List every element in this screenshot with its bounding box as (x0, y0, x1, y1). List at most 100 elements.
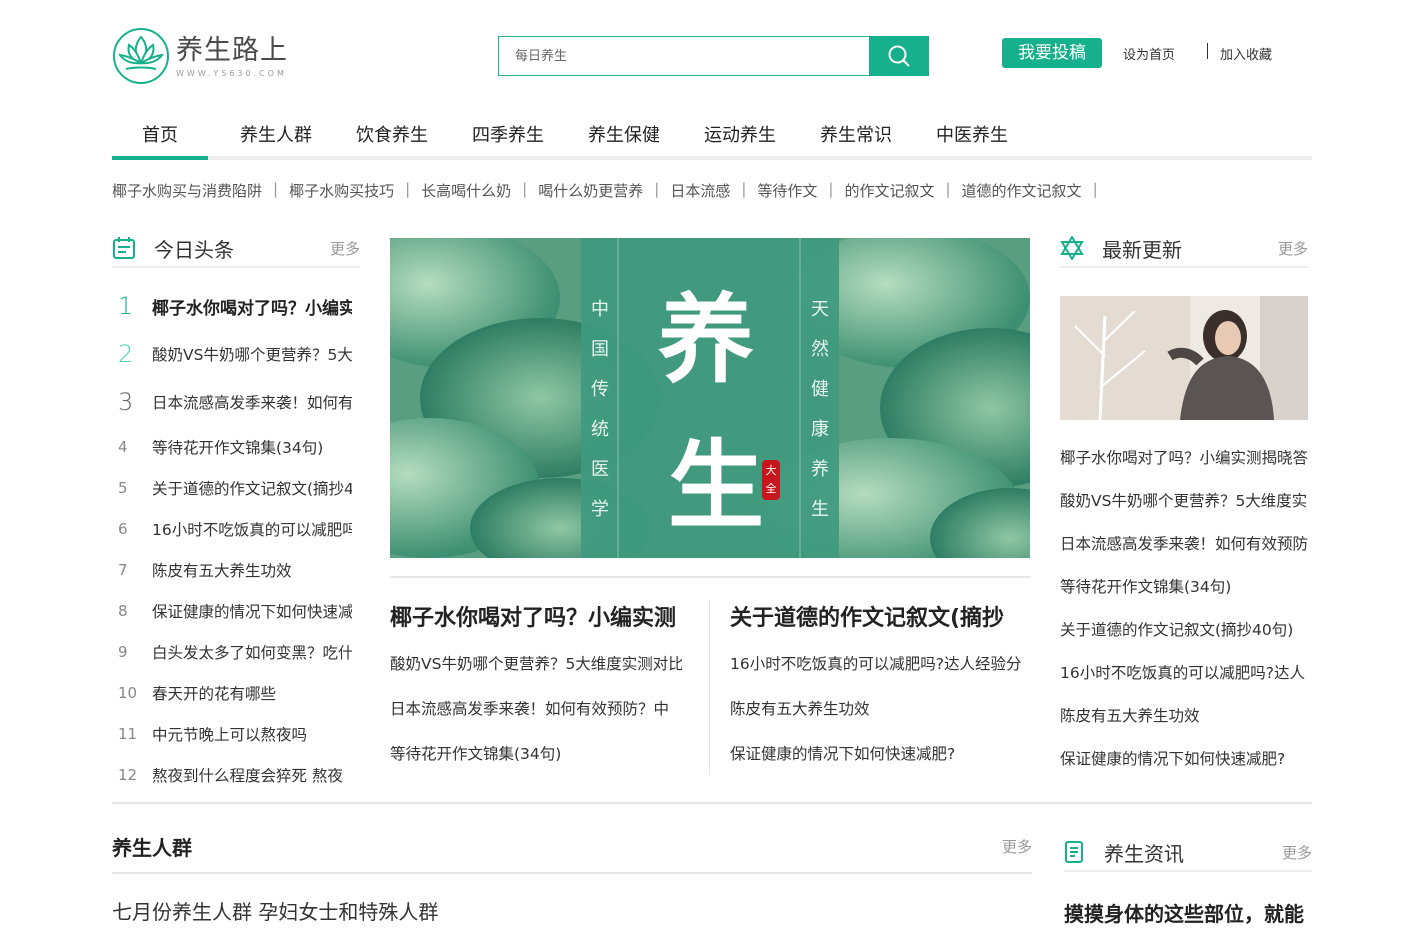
list-item[interactable]: 椰子水你喝对了吗？小编实测揭晓答案 (1060, 437, 1308, 480)
section-divider (112, 802, 1312, 804)
search-input[interactable] (498, 36, 869, 76)
hero-banner[interactable]: 中国传统医学 天然健康养生 养 生 大全 (390, 238, 1030, 558)
tag-link[interactable]: 喝什么奶更营养 (538, 180, 643, 202)
item-title[interactable]: 中元节晚上可以熬夜吗 (152, 723, 352, 745)
search-button[interactable] (869, 36, 929, 76)
list-item[interactable]: 3 日本流感高发季来袭！如何有效预防 (112, 378, 360, 426)
tag-separator: | (522, 180, 528, 198)
tag-link[interactable]: 日本流感 (670, 180, 730, 202)
rank-number: 4 (118, 437, 128, 456)
nav-item-healthcare[interactable]: 养生保健 (576, 118, 672, 156)
tag-link[interactable]: 的作文记叙文 (844, 180, 934, 202)
search-icon (888, 45, 910, 67)
tag-link[interactable]: 椰子水购买技巧 (289, 180, 394, 202)
site-domain: WWW.YS630.COM (176, 68, 287, 78)
rank-number: 5 (118, 478, 128, 497)
crowd-article-title[interactable]: 七月份养生人群 孕妇女士和特殊人群 (112, 896, 438, 925)
more-link[interactable]: 更多 (1282, 842, 1312, 863)
item-title[interactable]: 等待花开作文锦集(34句) (152, 436, 352, 458)
banner-big-char-2: 生 (668, 429, 764, 542)
banner-seal: 大全 (762, 460, 780, 500)
section-title: 最新更新 (1102, 237, 1182, 262)
woman-portrait-image (1060, 296, 1308, 420)
list-item[interactable]: 10 春天开的花有哪些 (112, 672, 360, 713)
news-item[interactable]: 酸奶VS牛奶哪个更营养？5大维度实测对比 (390, 642, 682, 687)
tag-link[interactable]: 长高喝什么奶 (421, 180, 511, 202)
nav-item-sports[interactable]: 运动养生 (692, 118, 788, 156)
news-item[interactable]: 保证健康的情况下如何快速减肥? (730, 732, 1022, 777)
rank-number: 9 (118, 642, 128, 661)
today-section-header: 今日头条 更多 (112, 230, 360, 268)
item-title[interactable]: 16小时不吃饭真的可以减肥吗 (152, 518, 352, 540)
section-title: 养生资讯 (1104, 841, 1184, 866)
contribute-button[interactable]: 我要投稿 (1002, 38, 1102, 68)
nav-item-knowledge[interactable]: 养生常识 (808, 118, 904, 156)
more-link[interactable]: 更多 (1002, 836, 1032, 857)
latest-section-header: 最新更新 更多 (1060, 230, 1308, 268)
list-item[interactable]: 1 椰子水你喝对了吗？小编实测揭晓 (112, 282, 360, 330)
header-divider (1207, 43, 1208, 59)
item-title[interactable]: 关于道德的作文记叙文(摘抄40句) (152, 477, 352, 499)
list-item[interactable]: 陈皮有五大养生功效 (1060, 695, 1308, 738)
item-title[interactable]: 熬夜到什么程度会猝死 熬夜 (152, 764, 352, 786)
set-homepage-link[interactable]: 设为首页 (1123, 44, 1175, 63)
today-list: 1 椰子水你喝对了吗？小编实测揭晓 2 酸奶VS牛奶哪个更营养？5大维度 3 日本流感… (112, 282, 360, 795)
list-item[interactable]: 9 白头发太多了如何变黑？吃什么 (112, 631, 360, 672)
list-item[interactable]: 酸奶VS牛奶哪个更营养？5大维度实测 (1060, 480, 1308, 523)
news-item[interactable]: 日本流感高发季来袭！如何有效预防？中 (390, 687, 682, 732)
more-link[interactable]: 更多 (1278, 238, 1308, 259)
nav-item-diet[interactable]: 饮食养生 (344, 118, 440, 156)
list-item[interactable]: 等待花开作文锦集(34句) (1060, 566, 1308, 609)
list-item[interactable]: 关于道德的作文记叙文(摘抄40句) (1060, 609, 1308, 652)
item-title[interactable]: 白头发太多了如何变黑？吃什么 (152, 641, 352, 663)
nav-item-crowd[interactable]: 养生人群 (228, 118, 324, 156)
banner-big-char-1: 养 (658, 283, 754, 396)
more-link[interactable]: 更多 (330, 238, 360, 259)
logo-text: 养生路上 WWW.YS630.COM (176, 35, 288, 78)
news-item[interactable]: 16小时不吃饭真的可以减肥吗?达人经验分享 (730, 642, 1022, 687)
nav-item-seasons[interactable]: 四季养生 (460, 118, 556, 156)
news-headline[interactable]: 关于道德的作文记叙文(摘抄 (730, 600, 1022, 642)
item-title[interactable]: 陈皮有五大养生功效 (152, 559, 352, 581)
tag-separator: | (741, 180, 747, 198)
calendar-icon (113, 237, 135, 259)
list-item[interactable]: 8 保证健康的情况下如何快速减肥 (112, 590, 360, 631)
tag-link[interactable]: 道德的作文记叙文 (962, 180, 1082, 202)
tag-link[interactable]: 椰子水购买与消费陷阱 (112, 180, 262, 202)
item-title[interactable]: 酸奶VS牛奶哪个更营养？5大维度 (152, 343, 352, 365)
list-item[interactable]: 7 陈皮有五大养生功效 (112, 549, 360, 590)
list-item[interactable]: 2 酸奶VS牛奶哪个更营养？5大维度 (112, 330, 360, 378)
rank-number: 10 (118, 683, 138, 702)
tag-separator: | (1092, 180, 1098, 198)
news-item[interactable]: 等待花开作文锦集(34句) (390, 732, 682, 777)
tag-separator: | (273, 180, 279, 198)
item-title[interactable]: 日本流感高发季来袭！如何有效预防 (152, 391, 352, 413)
site-logo[interactable]: 养生路上 WWW.YS630.COM (112, 24, 302, 88)
list-item[interactable]: 5 关于道德的作文记叙文(摘抄40句) (112, 467, 360, 508)
tag-separator: | (654, 180, 660, 198)
list-item[interactable]: 日本流感高发季来袭！如何有效预防 (1060, 523, 1308, 566)
news-headline[interactable]: 椰子水你喝对了吗？小编实测 (390, 600, 682, 642)
item-title[interactable]: 保证健康的情况下如何快速减肥 (152, 600, 352, 622)
list-item[interactable]: 12 熬夜到什么程度会猝死 熬夜 (112, 754, 360, 795)
list-item[interactable]: 16小时不吃饭真的可以减肥吗?达人 (1060, 652, 1308, 695)
section-title: 今日头条 (154, 237, 234, 262)
latest-thumbnail[interactable] (1060, 296, 1308, 420)
latest-list: 椰子水你喝对了吗？小编实测揭晓答案 酸奶VS牛奶哪个更营养？5大维度实测 日本流… (1060, 437, 1308, 781)
add-favorite-link[interactable]: 加入收藏 (1220, 44, 1272, 63)
info-article-title[interactable]: 摸摸身体的这些部位，就能 (1064, 898, 1312, 927)
tag-separator: | (945, 180, 951, 198)
banner-divider (390, 576, 1030, 578)
tag-separator: | (405, 180, 411, 198)
nav-item-home[interactable]: 首页 (112, 118, 208, 160)
item-title[interactable]: 春天开的花有哪些 (152, 682, 352, 704)
item-title[interactable]: 椰子水你喝对了吗？小编实测揭晓 (152, 294, 352, 319)
list-item[interactable]: 6 16小时不吃饭真的可以减肥吗 (112, 508, 360, 549)
rank-number: 1 (118, 292, 134, 320)
list-item[interactable]: 11 中元节晚上可以熬夜吗 (112, 713, 360, 754)
news-item[interactable]: 陈皮有五大养生功效 (730, 687, 1022, 732)
list-item[interactable]: 4 等待花开作文锦集(34句) (112, 426, 360, 467)
nav-item-tcm[interactable]: 中医养生 (924, 118, 1020, 156)
tag-link[interactable]: 等待作文 (757, 180, 817, 202)
list-item[interactable]: 保证健康的情况下如何快速减肥? (1060, 738, 1308, 781)
